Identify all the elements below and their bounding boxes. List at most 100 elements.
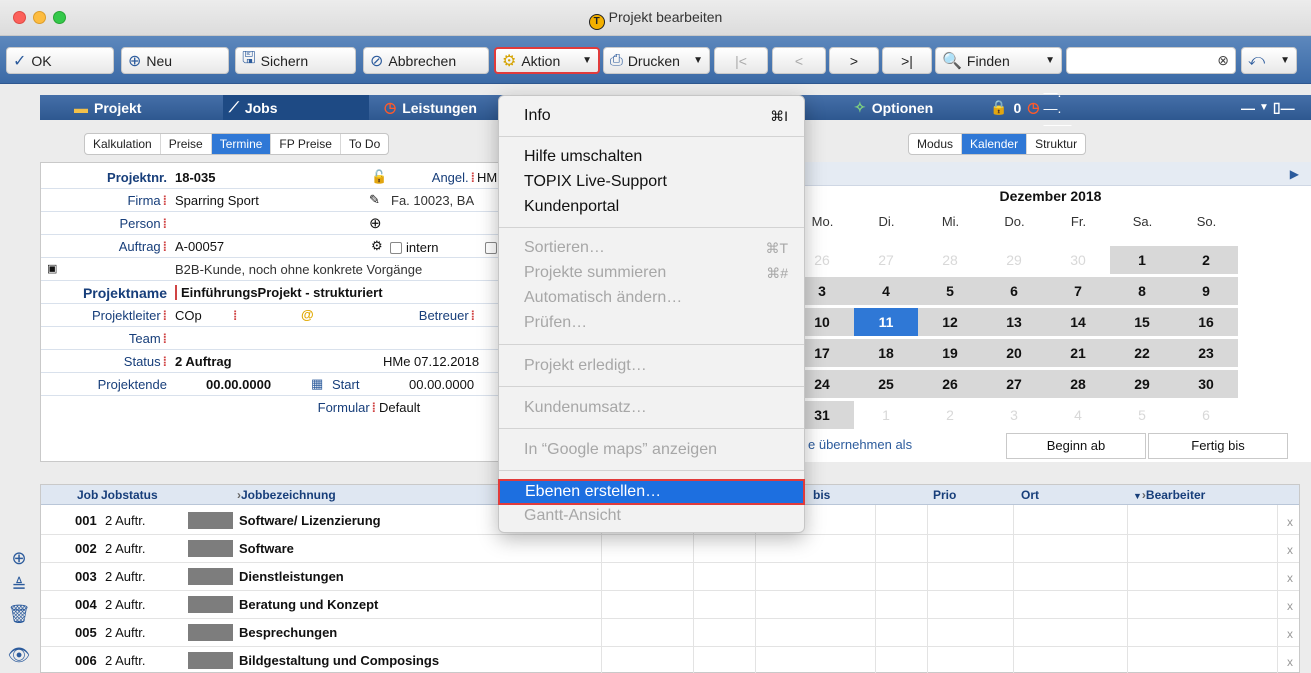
tab-optionen[interactable]: ✧ Optionen [848, 95, 968, 120]
first-record-button[interactable]: |< [714, 47, 768, 74]
eye-icon[interactable]: 👁 [6, 645, 32, 671]
calendar-day[interactable]: 30 [1046, 246, 1110, 274]
calendar-day[interactable]: 28 [1046, 370, 1110, 398]
previous-record-button[interactable]: < [772, 47, 826, 74]
calendar-day[interactable]: 27 [854, 246, 918, 274]
remove-row-icon[interactable]: x [1287, 515, 1293, 529]
note-icon[interactable]: ▣ [47, 262, 57, 275]
fertig-bis-button[interactable]: Fertig bis [1148, 433, 1288, 459]
calendar-day[interactable]: 26 [918, 370, 982, 398]
view-struktur[interactable]: Struktur [1027, 134, 1085, 154]
search-input[interactable]: ⊗ [1066, 47, 1236, 74]
calendar-day[interactable]: 11 [854, 308, 918, 336]
calendar-day[interactable]: 21 [1046, 339, 1110, 367]
subtab-termine[interactable]: Termine [211, 134, 272, 154]
col-job[interactable]: Job [77, 488, 98, 502]
menu-item-automatisch[interactable]: Automatisch ändern… [499, 287, 804, 309]
menu-item-hilfe[interactable]: Hilfe umschalten [499, 146, 804, 168]
calendar-day[interactable]: 19 [918, 339, 982, 367]
menu-item-gantt[interactable]: Gantt-Ansicht [499, 505, 804, 527]
remove-row-icon[interactable]: x [1287, 627, 1293, 641]
calendar-day[interactable]: 20 [982, 339, 1046, 367]
calendar-icon[interactable]: ▦ [311, 376, 323, 392]
subtab-fp-preise[interactable]: FP Preise [271, 134, 341, 154]
calendar-day[interactable]: 16 [1174, 308, 1238, 336]
new-button[interactable]: ⊕ Neu [121, 47, 229, 74]
projektleiter-field[interactable]: COp [175, 308, 202, 323]
next-record-button[interactable]: > [829, 47, 879, 74]
calendar-day[interactable]: 6 [1174, 401, 1238, 429]
menu-item-summieren[interactable]: Projekte summieren ⌘# [499, 262, 804, 284]
tab-jobs[interactable]: ⟋ Jobs [223, 95, 369, 120]
email-at-icon[interactable]: @ [301, 307, 314, 322]
calendar-day[interactable]: 29 [1110, 370, 1174, 398]
formular-field[interactable]: Default [379, 400, 420, 415]
trash-icon[interactable]: 🗑 [6, 604, 32, 630]
menu-item-sortieren[interactable]: Sortieren… ⌘T [499, 237, 804, 259]
intern-checkbox[interactable]: intern [390, 240, 439, 255]
find-button[interactable]: 🔍 Finden ▼ [935, 47, 1062, 74]
beginn-ab-button[interactable]: Beginn ab [1006, 433, 1146, 459]
auftrag-field[interactable]: A-00057 [175, 239, 224, 254]
view-modus[interactable]: Modus [909, 134, 963, 154]
calendar-day[interactable]: 30 [1174, 370, 1238, 398]
add-row-icon[interactable]: ⊕ [6, 548, 32, 574]
menu-item-google-maps[interactable]: In “Google maps” anzeigen [499, 439, 804, 461]
calendar-day[interactable]: 8 [1110, 277, 1174, 305]
firma-field[interactable]: Sparring Sport [175, 193, 259, 208]
remove-row-icon[interactable]: x [1287, 655, 1293, 669]
calendar-day[interactable]: 25 [854, 370, 918, 398]
calendar-day[interactable]: 7 [1046, 277, 1110, 305]
menu-item-pruefen[interactable]: Prüfen… [499, 312, 804, 334]
calendar-day[interactable]: 14 [1046, 308, 1110, 336]
reply-button[interactable]: ⤺ ▼ [1241, 47, 1297, 74]
col-bearbeiter[interactable]: ▼›Bearbeiter [1133, 488, 1205, 502]
table-row[interactable]: 002 2 Auftr. Software x [41, 535, 1299, 563]
play-icon[interactable]: ▶ [1290, 167, 1299, 181]
col-jobstatus[interactable]: Jobstatus [101, 488, 158, 502]
last-record-button[interactable]: >| [882, 47, 932, 74]
calendar-day[interactable]: 6 [982, 277, 1046, 305]
col-ort[interactable]: Ort [1021, 488, 1039, 502]
remove-row-icon[interactable]: x [1287, 599, 1293, 613]
calendar-day[interactable]: 5 [1110, 401, 1174, 429]
table-row[interactable]: 004 2 Auftr. Beratung und Konzept x [41, 591, 1299, 619]
table-row[interactable]: 003 2 Auftr. Dienstleistungen x [41, 563, 1299, 591]
tab-projekt[interactable]: ▬ Projekt [68, 95, 208, 120]
calendar-day[interactable]: 27 [982, 370, 1046, 398]
subtab-kalkulation[interactable]: Kalkulation [85, 134, 161, 154]
calendar-day[interactable]: 5 [918, 277, 982, 305]
calendar-day[interactable]: 2 [918, 401, 982, 429]
menu-item-ebenen-erstellen[interactable]: Ebenen erstellen… [498, 479, 805, 505]
calendar-day[interactable]: 9 [1174, 277, 1238, 305]
table-row[interactable]: 005 2 Auftr. Besprechungen x [41, 619, 1299, 647]
calendar-day[interactable]: 1 [1110, 246, 1174, 274]
tab-leistungen[interactable]: ◷ Leistungen [378, 95, 498, 120]
status-indicator[interactable]: — ▼ ▯ — [1235, 95, 1311, 120]
clear-icon[interactable]: ⊗ [1217, 52, 1229, 69]
calendar-day[interactable]: 2 [1174, 246, 1238, 274]
menu-item-kundenumsatz[interactable]: Kundenumsatz… [499, 397, 804, 419]
lock-open-icon[interactable]: 🔓 [371, 169, 387, 185]
calendar-day[interactable]: 3 [982, 401, 1046, 429]
calendar-day[interactable]: 23 [1174, 339, 1238, 367]
add-person-icon[interactable]: ⊕ [369, 214, 382, 232]
calendar-day[interactable]: 4 [854, 277, 918, 305]
status-field[interactable]: 2 Auftrag [175, 354, 232, 369]
start-field[interactable]: 00.00.0000 [409, 377, 474, 392]
print-button[interactable]: ⎙ Drucken ▼ [603, 47, 710, 74]
calendar-day[interactable]: 4 [1046, 401, 1110, 429]
menu-item-info[interactable]: Info ⌘I [499, 105, 804, 127]
menu-item-erledigt[interactable]: Projekt erledigt… [499, 355, 804, 377]
cancel-button[interactable]: ⊘ Abbrechen [363, 47, 489, 74]
menu-item-live-support[interactable]: TOPIX Live-Support [499, 171, 804, 193]
calendar-day[interactable]: 22 [1110, 339, 1174, 367]
calendar-day[interactable]: 18 [854, 339, 918, 367]
subtab-todo[interactable]: To Do [341, 134, 388, 154]
remove-row-icon[interactable]: x [1287, 571, 1293, 585]
sort-levels-icon[interactable]: ≜ [6, 576, 32, 602]
gear-icon[interactable]: ⚙ [371, 238, 383, 254]
calendar-day[interactable]: 29 [982, 246, 1046, 274]
ok-button[interactable]: ✓ OK [6, 47, 114, 74]
calendar-day[interactable]: 15 [1110, 308, 1174, 336]
